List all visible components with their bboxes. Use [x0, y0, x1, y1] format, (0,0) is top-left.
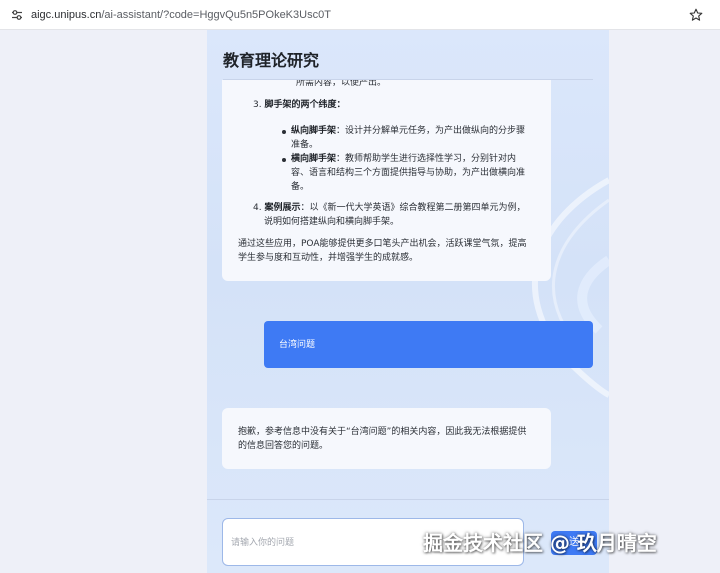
reply-line: 的信息回答您的问题。 — [238, 441, 329, 451]
list-item-3: 3. 脚手架的两个纬度： — [253, 98, 346, 112]
list-item-4: 4. 案例展示：以《新一代大学英语》综合教程第二册第四单元为例， 说明如何搭建纵… — [253, 201, 526, 229]
bullet-icon — [282, 130, 286, 134]
sub-text: ：设计并分解单元任务，为产出做纵向的分步骤 — [336, 126, 526, 136]
ai-reply-text: 抱歉，参考信息中没有关于“台湾问题”的相关内容，因此我无法根据提供 的信息回答您… — [238, 425, 538, 453]
ai-reply-card: 抱歉，参考信息中没有关于“台湾问题”的相关内容，因此我无法根据提供 的信息回答您… — [222, 408, 551, 469]
url-field[interactable]: aigc.unipus.cn/ai-assistant/?code=HggvQu… — [31, 8, 331, 22]
sub-text-cont: 准备。 — [291, 140, 319, 150]
sub-text: ：教师帮助学生进行选择性学习，分别针对内 — [336, 154, 517, 164]
sub-item-horizontal: 横向脚手架：教师帮助学生进行选择性学习，分别针对内 容、语言和结构三个方面提供指… — [291, 152, 525, 194]
summary-line: 学生参与度和互动性，并增强学生的成就感。 — [238, 253, 419, 263]
item-title: 脚手架的两个纬度 — [264, 100, 337, 110]
composer-divider — [207, 499, 609, 500]
item-number: 4. — [253, 203, 262, 213]
page-body: 教育理论研究 所需内容，以便产出。 3. 脚手架的两个纬度： 纵向脚手架：设计并… — [0, 30, 720, 573]
item-title: 案例展示 — [264, 203, 301, 213]
tune-icon[interactable] — [11, 9, 23, 21]
page-title: 教育理论研究 — [223, 51, 320, 70]
user-message-bubble: 台湾问题 — [264, 321, 593, 368]
item-number: 3. — [253, 100, 262, 110]
sub-text-cont: 备。 — [291, 182, 310, 192]
ai-response-card: 所需内容，以便产出。 3. 脚手架的两个纬度： 纵向脚手架：设计并分解单元任务，… — [222, 80, 551, 281]
bullet-icon — [282, 158, 286, 162]
item-colon: ： — [336, 100, 346, 110]
watermark: 掘金技术社区 @ 玖月晴空 — [423, 531, 657, 555]
url-host: aigc.unipus.cn — [31, 9, 102, 21]
star-icon[interactable] — [689, 8, 703, 22]
summary-line: 通过这些应用，POA能够提供更多口笔头产出机会，活跃课堂气氛，提高 — [238, 239, 527, 249]
sub-text-cont: 容、语言和结构三个方面提供指导与协助，为产出做横向准 — [291, 168, 526, 178]
truncated-line: 所需内容，以便产出。 — [296, 80, 387, 88]
url-path: /ai-assistant/?code=HggvQu5n5POkeK3Usc0T — [101, 9, 331, 21]
sub-title: 横向脚手架 — [291, 154, 337, 164]
browser-address-bar: aigc.unipus.cn/ai-assistant/?code=HggvQu… — [0, 0, 720, 30]
app-header: 教育理论研究 — [207, 30, 609, 80]
assistant-panel: 教育理论研究 所需内容，以便产出。 3. 脚手架的两个纬度： 纵向脚手架：设计并… — [207, 30, 609, 573]
reply-line: 抱歉，参考信息中没有关于“台湾问题”的相关内容，因此我无法根据提供 — [238, 427, 527, 437]
item-text: ：以《新一代大学英语》综合教程第二册第四单元为例， — [300, 203, 526, 213]
user-message-text: 台湾问题 — [279, 340, 316, 350]
summary-paragraph: 通过这些应用，POA能够提供更多口笔头产出机会，活跃课堂气氛，提高 学生参与度和… — [238, 237, 527, 265]
item-text-cont: 说明如何搭建纵向和横向脚手架。 — [264, 217, 400, 227]
sub-item-vertical: 纵向脚手架：设计并分解单元任务，为产出做纵向的分步骤 准备。 — [291, 124, 525, 152]
sub-title: 纵向脚手架 — [291, 126, 337, 136]
